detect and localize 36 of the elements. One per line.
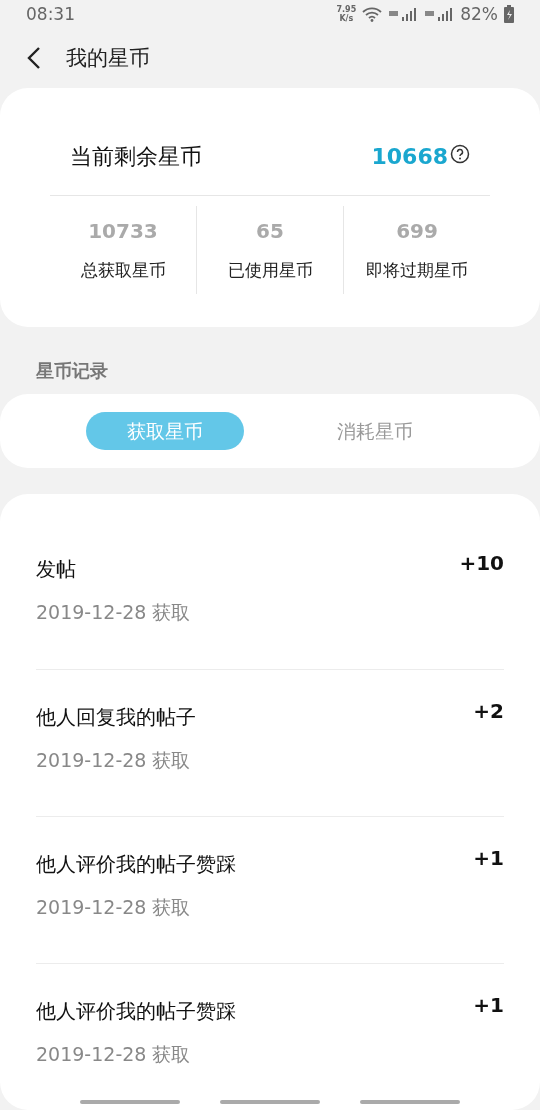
- record-points: +1: [473, 992, 504, 1019]
- record-points: +1: [473, 845, 504, 872]
- tab[interactable]: 消耗星币: [296, 412, 454, 451]
- signal-icon: [424, 6, 455, 23]
- record-title: 他人评价我的帖子赞踩: [36, 851, 236, 878]
- balance-label: 当前剩余星币: [70, 143, 202, 172]
- net-speed: 7.95 K/s: [336, 5, 357, 24]
- record-title: 他人评价我的帖子赞踩: [36, 998, 236, 1025]
- help-icon[interactable]: [450, 143, 470, 164]
- back-icon: [27, 46, 41, 71]
- stat-label: 已使用星币: [227, 259, 313, 283]
- record-points: +10: [459, 550, 504, 577]
- balance-value: 10668: [371, 143, 448, 172]
- tab[interactable]: 获取星币: [86, 412, 244, 451]
- wifi-icon: [362, 6, 383, 23]
- record-points: +2: [473, 698, 504, 725]
- stat-label: 即将过期星币: [366, 259, 468, 283]
- stat-value: 65: [256, 218, 284, 246]
- battery-icon: [504, 5, 514, 24]
- nav-handle[interactable]: [220, 1100, 320, 1104]
- status-time: 08:31: [26, 2, 75, 26]
- record-date: 2019-12-28 获取: [36, 1042, 192, 1067]
- record-title: 发帖: [36, 556, 77, 583]
- nav-handle[interactable]: [360, 1100, 460, 1104]
- page-title: 我的星币: [66, 44, 150, 72]
- record-date: 2019-12-28 获取: [36, 600, 191, 625]
- battery-level: 82%: [460, 2, 498, 26]
- stat-value: 699: [396, 218, 438, 246]
- stat-value: 10733: [88, 218, 158, 246]
- stat-label: 总获取星币: [80, 259, 166, 283]
- section-title: 星币记录: [35, 359, 109, 384]
- record-date: 2019-12-28 获取: [36, 895, 192, 920]
- nav-handle[interactable]: [80, 1100, 180, 1104]
- record-date: 2019-12-28 获取: [36, 748, 192, 773]
- signal-icon: [388, 6, 419, 23]
- record-title: 他人回复我的帖子: [36, 704, 196, 731]
